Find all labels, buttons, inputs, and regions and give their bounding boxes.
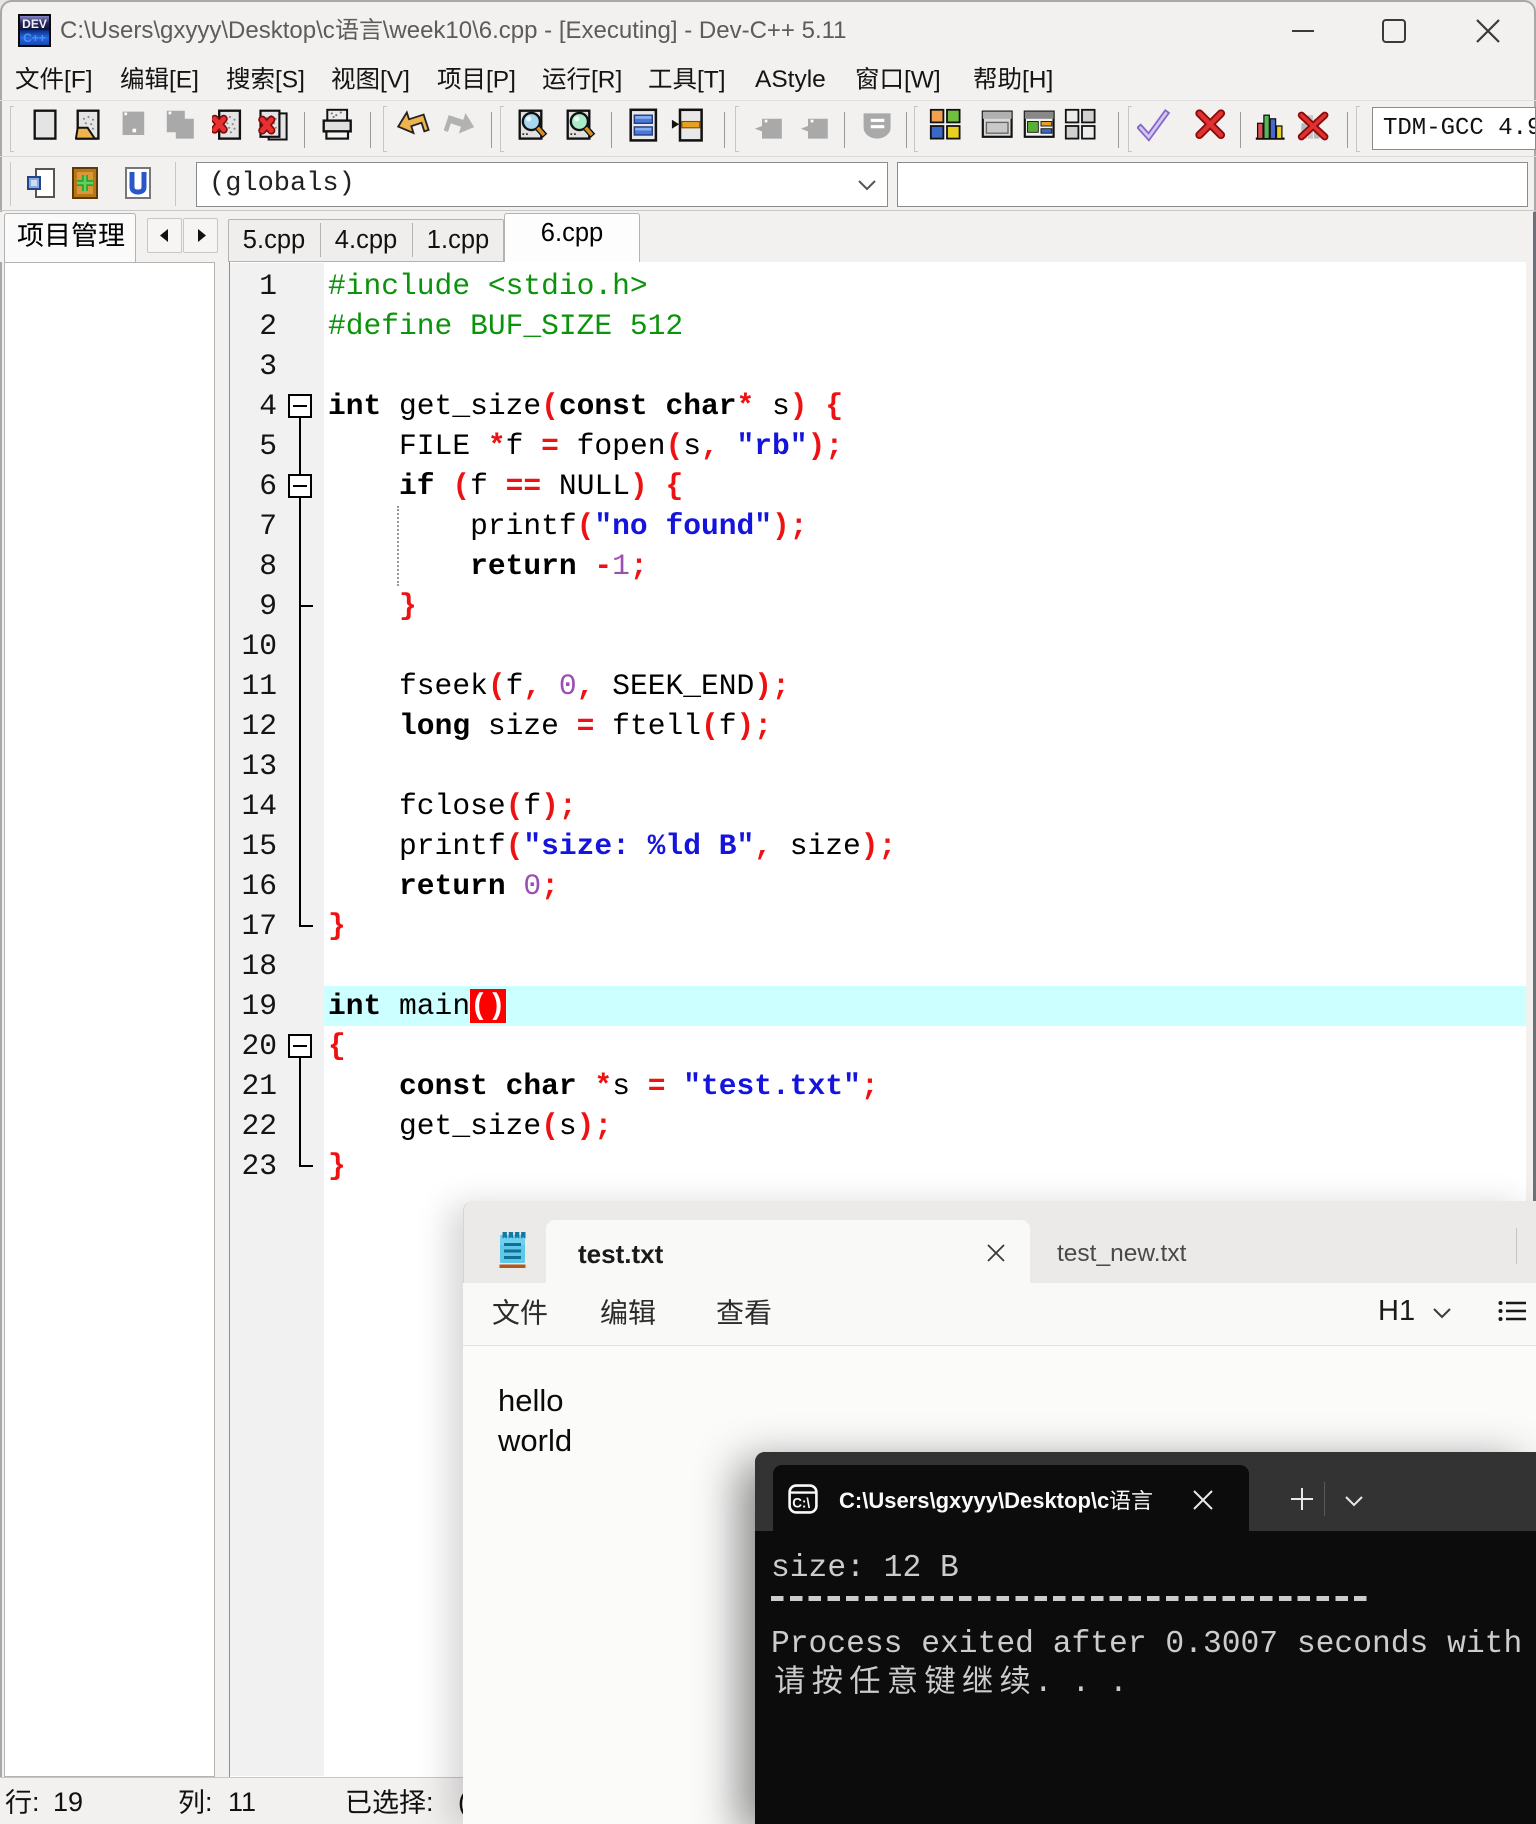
svg-text:C++: C++ — [23, 31, 46, 45]
svg-text:C:\: C:\ — [792, 1496, 810, 1511]
svg-text:DEV: DEV — [22, 17, 47, 31]
